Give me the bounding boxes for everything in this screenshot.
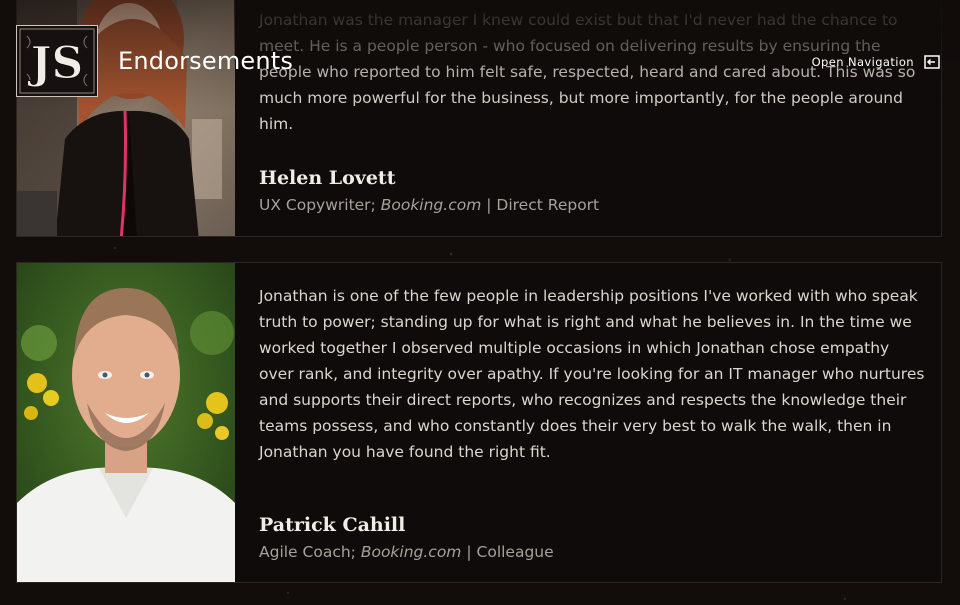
endorser-photo [17, 263, 235, 582]
endorser-role: UX Copywriter; Booking.com | Direct Repo… [259, 196, 599, 214]
endorsement-card: Jonathan is one of the few people in lea… [16, 262, 942, 583]
monogram-logo-icon: JS [19, 28, 95, 94]
role-separator: | [466, 543, 472, 561]
endorser-name: Patrick Cahill [259, 514, 406, 536]
role-separator: | [486, 196, 492, 214]
endorser-company: Booking.com [360, 543, 462, 561]
endorser-company: Booking.com [380, 196, 482, 214]
endorsement-quote: Jonathan is one of the few people in lea… [259, 287, 925, 461]
site-logo[interactable]: JS [16, 25, 98, 97]
endorser-role: Agile Coach; Booking.com | Colleague [259, 543, 554, 561]
open-navigation-label: Open Navigation [811, 55, 914, 69]
endorser-title: Agile Coach; [259, 543, 356, 561]
endorser-title: UX Copywriter; [259, 196, 376, 214]
endorser-relationship: Direct Report [496, 196, 600, 214]
exit-door-icon [924, 55, 940, 69]
open-navigation-button[interactable]: Open Navigation [812, 55, 940, 69]
endorser-relationship: Colleague [476, 543, 554, 561]
endorser-name: Helen Lovett [259, 167, 396, 189]
svg-text:JS: JS [27, 38, 84, 89]
page-title: Endorsements [118, 47, 294, 75]
